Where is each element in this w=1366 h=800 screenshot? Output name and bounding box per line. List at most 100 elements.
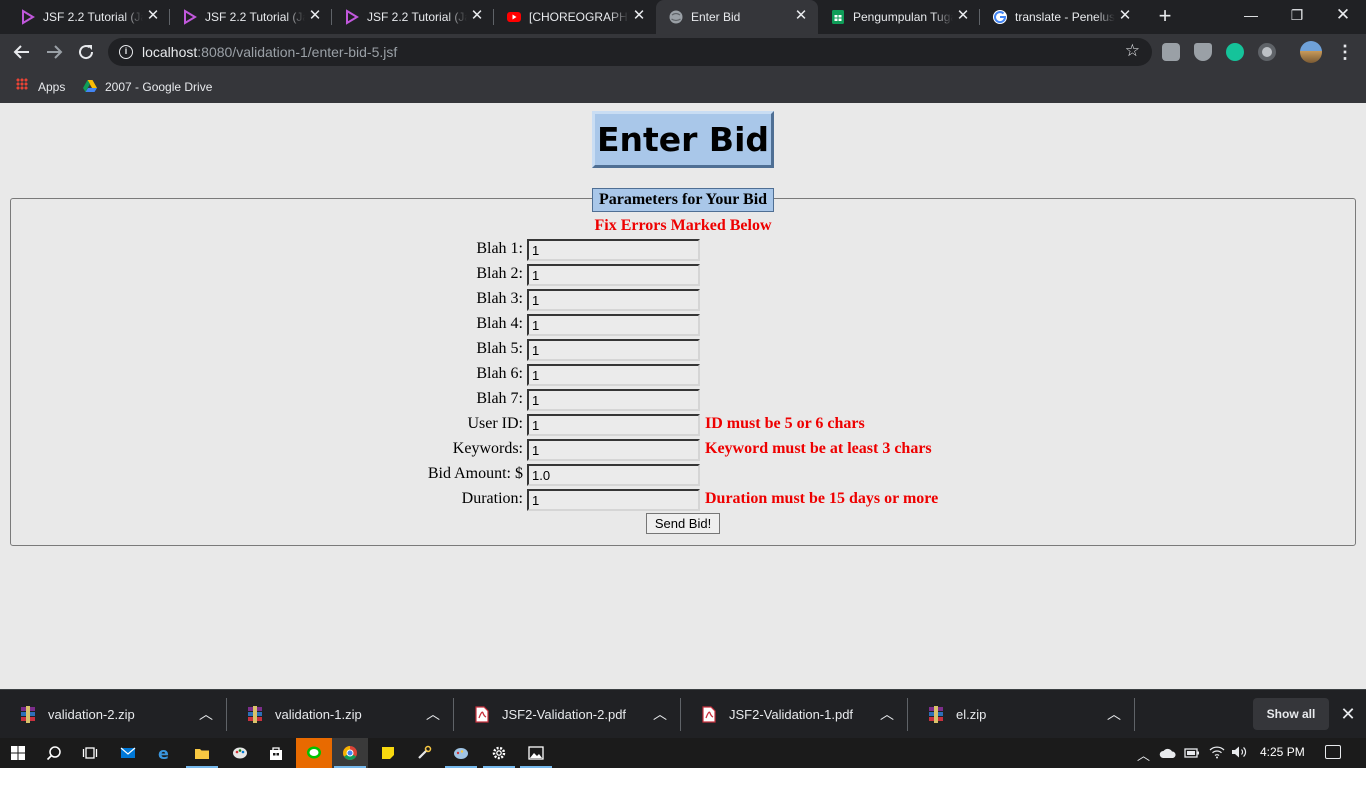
globe-icon [669,10,683,24]
download-item[interactable]: el.zip ︿ [908,690,1135,739]
field-input-bid-amount[interactable] [527,464,700,486]
store-bag-icon [270,747,282,760]
chevron-up-icon[interactable]: ︿ [1106,704,1122,722]
tab-close-icon[interactable]: ✕ [1118,8,1132,24]
download-item[interactable]: validation-1.zip ︿ [227,690,454,739]
address-url[interactable]: localhost:8080/validation-1/enter-bid-5.… [142,44,397,60]
field-input-blah-7[interactable] [527,389,700,411]
download-name: JSF2-Validation-2.pdf [502,707,627,722]
tab-close-icon[interactable]: ✕ [470,8,484,24]
field-input-blah-5[interactable] [527,339,700,361]
settings-app[interactable] [481,738,517,768]
mail-app[interactable] [110,738,146,768]
search-button[interactable] [36,738,72,768]
jsf-icon [346,9,359,25]
tab-close-icon[interactable]: ✕ [956,8,970,24]
close-shelf-icon[interactable]: ✕ [1338,703,1358,725]
photos-app[interactable] [518,738,554,768]
profile-avatar[interactable] [1300,41,1322,63]
back-button[interactable] [10,40,34,64]
line-app[interactable] [296,738,332,768]
battery-icon[interactable] [1184,747,1200,759]
field-input-blah-6[interactable] [527,364,700,386]
tab-close-icon[interactable]: ✕ [308,8,322,24]
palette-icon [233,747,247,759]
tab-close-icon[interactable]: ✕ [632,8,646,24]
field-label-blah-2: Blah 2: [476,265,523,282]
field-label-keywords: Keywords: [452,440,523,457]
restore-button[interactable]: ❐ [1274,0,1320,30]
tab-choreography[interactable]: [CHOREOGRAPHY] ✕ [494,0,656,34]
file-explorer-app[interactable] [184,738,220,768]
reload-icon [79,45,94,60]
field-label-blah-7: Blah 7: [476,390,523,407]
send-bid-button[interactable]: Send Bid! [646,513,720,534]
download-item[interactable]: validation-2.zip ︿ [0,690,227,739]
window-close-button[interactable]: ✕ [1320,0,1366,30]
forward-button[interactable] [42,40,66,64]
photos-icon [528,746,544,760]
field-input-blah-4[interactable] [527,314,700,336]
shield-extension-icon[interactable] [1194,43,1212,61]
chevron-up-icon[interactable]: ︿ [652,704,668,722]
store-app[interactable] [258,738,294,768]
winrar-icon [248,706,262,723]
bookmark-apps[interactable]: Apps [38,77,65,97]
download-item[interactable]: JSF2-Validation-1.pdf ︿ [681,690,908,739]
palette-app[interactable] [443,738,479,768]
field-input-duration[interactable] [527,489,700,511]
minimize-button[interactable]: — [1228,0,1274,30]
error-keywords: Keyword must be at least 3 chars [705,440,932,457]
tab-pengumpulan-tugas[interactable]: Pengumpulan Tugas ✕ [818,0,980,34]
grammarly-icon[interactable] [1226,43,1244,61]
download-name: validation-1.zip [275,707,362,722]
field-input-blah-2[interactable] [527,264,700,286]
field-input-user-id[interactable] [527,414,700,436]
tab-close-icon[interactable]: ✕ [794,8,808,24]
chevron-up-icon[interactable]: ︿ [879,704,895,722]
volume-icon[interactable] [1231,745,1249,759]
tab-jsf-tutorial-3[interactable]: JSF 2.2 Tutorial (Java ✕ [332,0,494,34]
field-input-keywords[interactable] [527,439,700,461]
forward-arrow-icon [47,45,63,59]
tab-translate[interactable]: translate - Penelusuran ✕ [980,0,1142,34]
paint-app[interactable] [222,738,258,768]
sticky-notes-app[interactable] [370,738,406,768]
show-all-button[interactable]: Show all [1253,698,1329,730]
tab-jsf-tutorial-2[interactable]: JSF 2.2 Tutorial (Java ✕ [170,0,332,34]
tab-close-icon[interactable]: ✕ [146,8,160,24]
chevron-up-icon[interactable]: ︿ [425,704,441,722]
tray-chevron-icon[interactable]: ︿ [1137,745,1150,764]
site-info-icon[interactable]: i [119,45,133,59]
wifi-icon[interactable] [1209,745,1225,759]
reload-button[interactable] [74,40,98,64]
tab-title: translate - Penelusuran [1015,10,1115,24]
bookmark-star-icon[interactable]: ☆ [1125,41,1140,61]
field-input-blah-1[interactable] [527,239,700,261]
chevron-up-icon[interactable]: ︿ [198,704,214,722]
field-input-blah-3[interactable] [527,289,700,311]
tab-enter-bid[interactable]: Enter Bid ✕ [656,0,818,34]
record-extension-icon[interactable] [1258,43,1276,61]
line-extension-icon[interactable] [1162,43,1180,61]
bookmark-google-drive[interactable]: 2007 - Google Drive [105,77,212,97]
sheets-icon [832,10,844,24]
new-tab-button[interactable]: + [1154,5,1176,27]
start-button[interactable] [0,738,36,768]
field-label-duration: Duration: [461,490,523,507]
windows-logo-icon [11,746,25,760]
download-item[interactable]: JSF2-Validation-2.pdf ︿ [454,690,681,739]
tab-title: JSF 2.2 Tutorial (Java [367,10,467,24]
action-center-icon[interactable] [1325,745,1341,759]
address-bar[interactable]: i localhost:8080/validation-1/enter-bid-… [108,38,1152,66]
onedrive-icon[interactable] [1159,747,1177,759]
pdf-icon [702,706,716,723]
chrome-app[interactable] [332,738,368,768]
browser-toolbar: i localhost:8080/validation-1/enter-bid-… [0,34,1366,70]
task-view-button[interactable] [72,738,108,768]
edge-app[interactable]: e [147,738,183,768]
menu-dots-icon[interactable]: ⋮ [1336,41,1354,63]
tab-jsf-tutorial-1[interactable]: JSF 2.2 Tutorial (Java ✕ [8,0,170,34]
tools-app[interactable] [406,738,442,768]
taskbar-clock[interactable]: 4:25 PM [1260,745,1305,759]
